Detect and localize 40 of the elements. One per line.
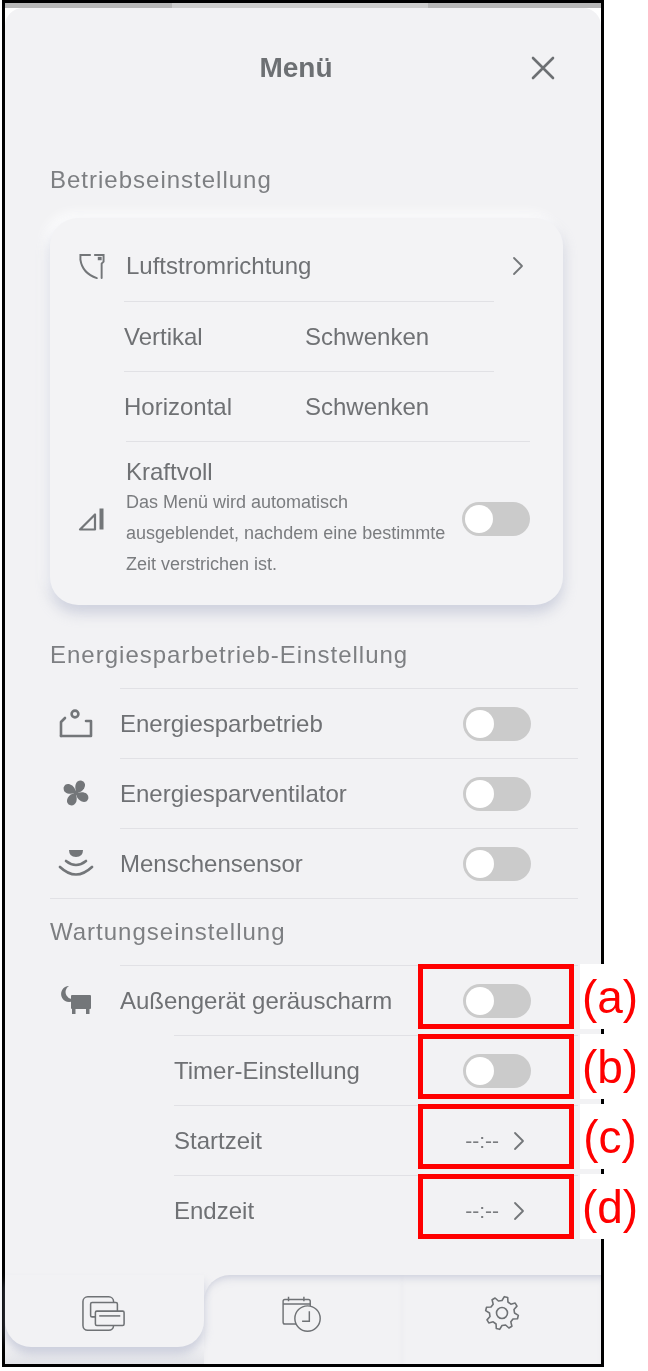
airflow-icon bbox=[78, 252, 106, 280]
row-label: Kraftvoll bbox=[126, 458, 213, 485]
stacked-units-icon bbox=[82, 1295, 127, 1333]
section-heading: Betriebseinstellung bbox=[50, 166, 272, 194]
signal-waves-icon bbox=[58, 848, 94, 878]
row-label: Endzeit bbox=[174, 1196, 255, 1224]
tab[interactable] bbox=[203, 1275, 403, 1364]
row-label: Energiesparventilator bbox=[120, 779, 347, 807]
moon-unit-icon bbox=[58, 985, 92, 1015]
row-label: Timer-Einstellung bbox=[174, 1056, 360, 1084]
time-button[interactable]: --:-- bbox=[465, 1197, 525, 1224]
close-button[interactable] bbox=[530, 55, 556, 81]
chevron-icon bbox=[513, 1130, 525, 1151]
row-label[interactable]: Luftstromrichtung bbox=[126, 252, 312, 279]
toggle-switch[interactable] bbox=[463, 1053, 531, 1088]
row-label: Startzeit bbox=[174, 1126, 263, 1154]
toggle-switch[interactable] bbox=[463, 846, 531, 881]
toggle-switch[interactable] bbox=[463, 776, 531, 811]
row-label: Außengerät geräuscharm bbox=[120, 986, 393, 1014]
setting-label: Horizontal bbox=[124, 392, 233, 420]
chevron-icon bbox=[513, 1200, 525, 1221]
tab[interactable] bbox=[402, 1275, 601, 1364]
section-heading: Wartungseinstellung bbox=[50, 918, 286, 946]
settings-icon bbox=[483, 1295, 520, 1331]
close-icon bbox=[531, 56, 555, 80]
setting-value: Schwenken bbox=[305, 321, 430, 352]
setting-value: Schwenken bbox=[305, 391, 430, 422]
row-description: Das Menü wird automatisch ausgeblendet, nachdem eine bestimmte Zeit verstrichen ist. bbox=[126, 491, 447, 576]
tray-icon bbox=[58, 708, 94, 738]
section-heading: Energiesparbetrieb-Einstellung bbox=[50, 641, 409, 669]
toggle-switch[interactable] bbox=[462, 501, 530, 536]
tab[interactable] bbox=[5, 1275, 204, 1347]
row-label: Menschensensor bbox=[120, 849, 303, 877]
menu-title: Menü bbox=[259, 51, 333, 85]
row-label: Energiesparbetrieb bbox=[120, 709, 323, 737]
time-button[interactable]: --:-- bbox=[465, 1127, 525, 1154]
setting-label: Vertikal bbox=[124, 322, 203, 350]
chevron-icon bbox=[512, 256, 524, 276]
toggle-switch[interactable] bbox=[463, 983, 531, 1018]
toggle-switch[interactable] bbox=[463, 706, 531, 741]
